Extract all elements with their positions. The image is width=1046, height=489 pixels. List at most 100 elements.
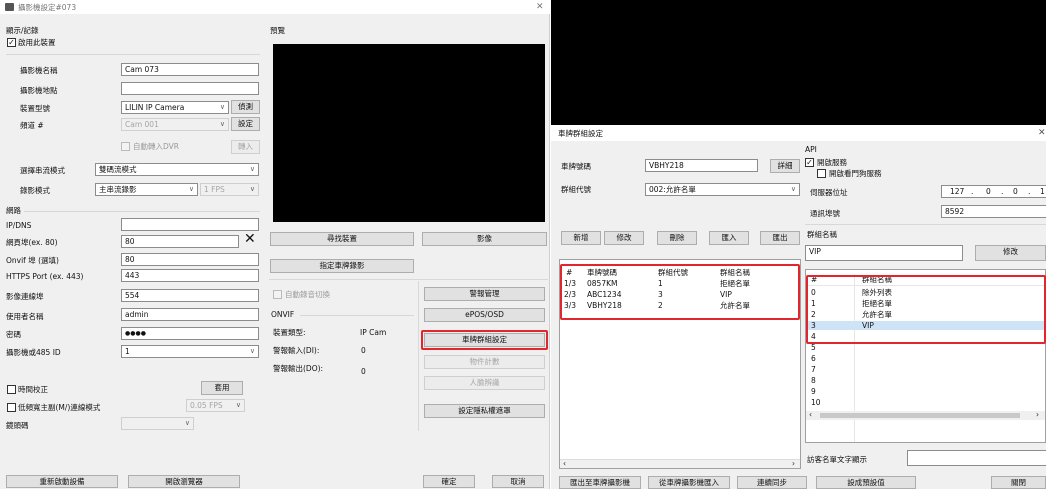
ipdns-input[interactable]: [121, 218, 259, 231]
export-to-camera-button[interactable]: 匯出至車牌攝影機: [559, 476, 641, 489]
video-port-label: 影像連線埠: [6, 292, 44, 301]
scroll-thumb[interactable]: [820, 413, 1020, 418]
camera-location-label: 攝影機地點: [20, 86, 58, 95]
close-button[interactable]: 關閉: [991, 476, 1046, 489]
preview-video: [273, 44, 545, 222]
https-port-label: HTTPS Port (ex. 443): [6, 272, 84, 281]
delete-button[interactable]: 刪除: [657, 231, 697, 245]
port-input[interactable]: 8592: [941, 205, 1046, 218]
lens-label: 鏡頭碼: [6, 421, 29, 430]
list-item[interactable]: 10: [806, 398, 1045, 407]
device-type-value: IP Cam: [360, 328, 387, 337]
open-browser-button[interactable]: 開啟瀏覽器: [128, 475, 240, 488]
chevron-down-icon: ∨: [219, 120, 225, 128]
alarm-output-label: 警報輸出(DO):: [273, 364, 324, 373]
webport-input[interactable]: 80: [121, 235, 239, 248]
import-button[interactable]: 匯入: [709, 231, 749, 245]
list-item[interactable]: 7: [806, 365, 1045, 374]
password-input[interactable]: ●●●●: [121, 327, 259, 340]
auto-import-checkbox[interactable]: [121, 142, 130, 151]
set-plate-record-button[interactable]: 指定車牌錄影: [270, 259, 414, 273]
device-model-label: 裝置型號: [20, 104, 50, 113]
low-bandwidth-checkbox[interactable]: [7, 403, 16, 412]
server-address-label: 伺服器位址: [810, 188, 848, 197]
watchdog-checkbox[interactable]: [817, 169, 826, 178]
username-input[interactable]: admin: [121, 308, 259, 321]
auto-record-switch-label: 自動錄音切換: [285, 290, 330, 299]
chevron-down-icon: ∨: [790, 185, 796, 193]
detect-button[interactable]: 偵測: [231, 100, 260, 114]
list-item[interactable]: 8: [806, 376, 1045, 385]
import-from-camera-button[interactable]: 從車牌攝影機匯入: [648, 476, 730, 489]
import-button[interactable]: 轉入: [231, 140, 260, 154]
group-modify-button[interactable]: 修改: [975, 245, 1046, 261]
scroll-right-icon[interactable]: ›: [792, 460, 795, 468]
auto-import-label: 自動轉入DVR: [133, 142, 179, 151]
server-address-input[interactable]: 127 . 0 . 0 . 1: [941, 185, 1046, 198]
restart-device-button[interactable]: 重新啟動設備: [6, 475, 118, 488]
scroll-left-icon[interactable]: ‹: [563, 460, 566, 468]
plate-number-input[interactable]: VBHY218: [645, 159, 758, 172]
stream-mode-select[interactable]: 雙碼流模式 ∨: [95, 163, 259, 176]
device-model-select[interactable]: LILIN IP Camera ∨: [121, 101, 229, 114]
set-default-button[interactable]: 設成預設值: [816, 476, 916, 489]
channel-select[interactable]: Cam 001 ∨: [121, 118, 229, 131]
alarm-management-button[interactable]: 警報管理: [424, 287, 545, 301]
apply-button[interactable]: 套用: [201, 381, 243, 395]
camera-location-input[interactable]: [121, 82, 259, 95]
group-name-input[interactable]: VIP: [805, 245, 963, 261]
time-sync-checkbox[interactable]: [7, 385, 16, 394]
visitor-display-input[interactable]: [907, 450, 1046, 466]
onvif-port-input[interactable]: 80: [121, 253, 259, 266]
face-recognition-button[interactable]: 人臉辨識: [424, 376, 545, 390]
low-bandwidth-fps-select[interactable]: 0.05 FPS ∨: [186, 399, 245, 412]
record-mode-select[interactable]: 主串流錄影 ∨: [95, 183, 198, 196]
list-item[interactable]: 5: [806, 343, 1045, 352]
chevron-down-icon: ∨: [249, 165, 255, 173]
options-separator: [418, 281, 419, 431]
add-button[interactable]: 新增: [561, 231, 601, 245]
rs485-select[interactable]: 1 ∨: [121, 345, 259, 358]
detail-button[interactable]: 詳細: [770, 159, 800, 173]
close-icon[interactable]: ✕: [536, 2, 544, 12]
chevron-down-icon: ∨: [249, 347, 255, 355]
scroll-left-icon[interactable]: ‹: [809, 411, 812, 419]
clear-icon[interactable]: ✕: [244, 232, 256, 246]
list-item[interactable]: 6: [806, 354, 1045, 363]
video-port-input[interactable]: 554: [121, 289, 259, 302]
enable-device-checkbox[interactable]: ✓: [7, 38, 16, 47]
ok-button[interactable]: 確定: [423, 475, 475, 488]
list-item[interactable]: 9: [806, 387, 1045, 396]
ipdns-label: IP/DNS: [6, 221, 32, 230]
username-label: 使用者名稱: [6, 312, 44, 321]
epos-osd-button[interactable]: ePOS/OSD: [424, 308, 545, 322]
group-code-select[interactable]: 002:允許名單 ∨: [645, 183, 800, 196]
object-count-button[interactable]: 物件計數: [424, 355, 545, 369]
lens-select[interactable]: ∨: [121, 417, 194, 430]
display-record-group: 顯示/記錄: [6, 26, 39, 35]
record-mode-label: 錄影模式: [20, 186, 50, 195]
port-label: 通訊埠號: [810, 209, 840, 218]
https-port-input[interactable]: 443: [121, 269, 259, 282]
camera-name-input[interactable]: Cam 073: [121, 63, 259, 76]
alarm-input-value: 0: [361, 346, 366, 355]
export-button[interactable]: 匯出: [760, 231, 800, 245]
auto-record-switch-checkbox[interactable]: [273, 290, 282, 299]
record-fps-select[interactable]: 1 FPS ∨: [200, 183, 259, 196]
alarm-output-value: 0: [361, 367, 366, 376]
continuous-sync-button[interactable]: 連續同步: [737, 476, 807, 489]
video-button[interactable]: 影像: [422, 232, 547, 246]
find-device-button[interactable]: 尋找裝置: [270, 232, 414, 246]
close-icon[interactable]: ✕: [1038, 128, 1046, 138]
low-bandwidth-label: 低頻寬主副(M/)連線模式: [18, 403, 101, 412]
stream-mode-label: 選擇串流模式: [20, 166, 65, 175]
setup-button[interactable]: 設定: [231, 117, 260, 131]
camera-settings-window: 攝影機設定#073 ✕ 顯示/記錄 ✓ 啟用此裝置 攝影機名稱 Cam 073 …: [0, 0, 550, 489]
edit-button[interactable]: 修改: [604, 231, 644, 245]
privacy-mask-button[interactable]: 設定隱私權遮罩: [424, 404, 545, 418]
cancel-button[interactable]: 取消: [492, 475, 544, 488]
plate-table-scrollbar[interactable]: ‹ ›: [560, 459, 800, 468]
scroll-right-icon[interactable]: ›: [1036, 411, 1039, 419]
enable-service-checkbox[interactable]: ✓: [805, 158, 814, 167]
group-table-scrollbar[interactable]: ‹ ›: [806, 411, 1045, 420]
